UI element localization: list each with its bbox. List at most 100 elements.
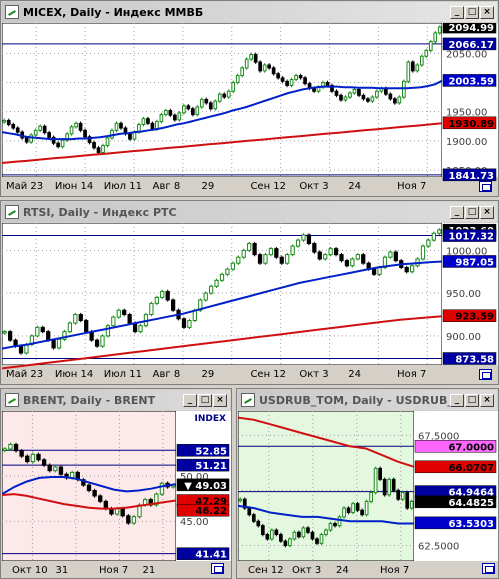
micex-chart[interactable]: 1850.001900.001950.002000.002050.00Май 2… — [2, 23, 498, 196]
candle-body — [406, 61, 411, 82]
candle-body — [268, 248, 274, 256]
x-tick-label: Окт 10 — [12, 565, 48, 576]
candle-body — [38, 125, 43, 131]
x-tick-label: Сен 12 — [248, 565, 284, 576]
candle-body — [67, 322, 73, 333]
candle-body — [84, 320, 89, 333]
candle-body — [283, 540, 288, 547]
minimize-button[interactable]: _ — [450, 5, 464, 19]
x-tick-label: Июн 14 — [55, 369, 93, 380]
brent-chart[interactable]: 45.0050.00Окт 10 31 Ноя 7 21INDEX52.8551.21… — [2, 411, 231, 579]
candle-body — [328, 248, 333, 256]
chart-scroll-icon[interactable] — [479, 181, 492, 192]
usdrub-chart[interactable]: 62.500065.000067.5000Сен 12Окт 324Ноя 76… — [238, 411, 498, 579]
candle-body — [433, 32, 438, 43]
candle-body — [230, 262, 235, 270]
candle-body — [294, 75, 298, 81]
candle-body — [8, 331, 13, 341]
candle-body — [369, 492, 373, 502]
micex-title-bar[interactable]: MICEX, Daily - Индекс ММВБ _ □ × — [2, 2, 497, 22]
candle-body — [225, 268, 230, 275]
maximize-button[interactable]: □ — [465, 393, 479, 407]
maximize-button[interactable]: □ — [198, 393, 212, 407]
candle-body — [8, 443, 13, 450]
candle-body — [295, 239, 301, 247]
maximize-button[interactable]: □ — [465, 205, 479, 219]
candle-body — [409, 500, 414, 509]
rtsi-chart[interactable]: 900.00950.001000.00Май 23 Июн 14 Июл 11 Авг… — [2, 223, 498, 384]
candle-body — [15, 127, 20, 133]
candle-body — [119, 122, 123, 129]
price-label: 46.22 — [195, 506, 227, 517]
micex-chart-window[interactable]: MICEX, Daily - Индекс ММВБ _ □ × 1850.00… — [0, 0, 499, 197]
y-tick-label: 45.00 — [180, 517, 209, 528]
chart-scroll-icon[interactable] — [482, 563, 495, 574]
price-label: 2094.99 — [448, 23, 494, 34]
candle-body — [60, 139, 65, 148]
micex-window-title: MICEX, Daily - Индекс ММВБ — [23, 5, 204, 19]
candle-body — [301, 234, 306, 241]
minimize-button[interactable]: _ — [183, 393, 197, 407]
candle-body — [98, 495, 103, 502]
rtsi-chart-window[interactable]: RTSI, Daily - Индекс РТС _ □ × 900.00 950… — [0, 200, 499, 385]
candle-body — [241, 249, 246, 258]
close-button[interactable]: × — [480, 5, 494, 19]
rtsi-window-title: RTSI, Daily - Индекс РТС — [23, 205, 177, 219]
candle-body — [265, 534, 270, 540]
chart-scroll-icon[interactable] — [479, 369, 492, 380]
candle-body — [247, 507, 252, 516]
y-tick-label: 900.00 — [446, 332, 481, 343]
brent-title-bar[interactable]: BRENT, Daily - BRENT _ □ × — [2, 390, 230, 410]
candle-body — [303, 77, 307, 85]
candle-body — [337, 516, 342, 527]
close-button[interactable]: × — [213, 393, 227, 407]
candle-body — [263, 254, 268, 264]
candle-body — [324, 529, 328, 536]
candle-body — [355, 503, 360, 511]
candle-body — [339, 254, 344, 262]
candle-body — [253, 54, 258, 63]
x-tick-label: Окт 3 — [299, 369, 328, 380]
candle-body — [164, 110, 168, 116]
price-label: 52.85 — [195, 446, 227, 457]
candle-body — [238, 498, 243, 502]
candle-body — [47, 464, 52, 472]
minimize-button[interactable]: _ — [450, 205, 464, 219]
candle-body — [306, 527, 310, 533]
close-button[interactable]: × — [480, 205, 494, 219]
candle-body — [279, 534, 283, 542]
usdrub-title-bar[interactable]: USDRUB_TOM, Daily - USDRUB_... _ □ × — [238, 390, 497, 410]
candle-body — [387, 478, 392, 496]
chart-scroll-icon[interactable] — [211, 563, 224, 574]
candle-body — [351, 503, 355, 513]
minimize-button[interactable]: _ — [450, 393, 464, 407]
candle-body — [339, 94, 343, 101]
candle-body — [235, 75, 240, 83]
candle-body — [437, 26, 442, 34]
y-tick-label: 2050.00 — [446, 49, 487, 60]
x-tick-label: Окт 3 — [299, 181, 328, 192]
candle-body — [262, 64, 267, 72]
usdrub-chart-window[interactable]: USDRUB_TOM, Daily - USDRUB_... _ □ × 62.… — [236, 388, 499, 579]
x-tick-label: Авг 8 — [153, 181, 181, 192]
candle-body — [342, 507, 346, 518]
candle-body — [100, 335, 105, 347]
candle-body — [319, 534, 324, 544]
price-label: 63.5303 — [448, 519, 494, 530]
candle-body — [74, 122, 78, 128]
candle-body — [301, 527, 306, 538]
candle-body — [333, 248, 339, 256]
brent-chart-window[interactable]: BRENT, Daily - BRENT _ □ × 45.00 50.00 Окт… — [0, 388, 232, 579]
candle-body — [231, 82, 236, 92]
rtsi-title-bar[interactable]: RTSI, Daily - Индекс РТС _ □ × — [2, 202, 497, 222]
x-tick-label: 29 — [202, 181, 215, 192]
x-tick-label: Ноя 7 — [397, 181, 426, 192]
candle-body — [214, 279, 219, 287]
candle-body — [256, 520, 261, 527]
candle-body — [181, 318, 187, 328]
candle-body — [199, 98, 204, 108]
close-button[interactable]: × — [480, 393, 494, 407]
maximize-button[interactable]: □ — [465, 5, 479, 19]
candle-body — [120, 508, 125, 517]
candle-body — [290, 245, 295, 256]
